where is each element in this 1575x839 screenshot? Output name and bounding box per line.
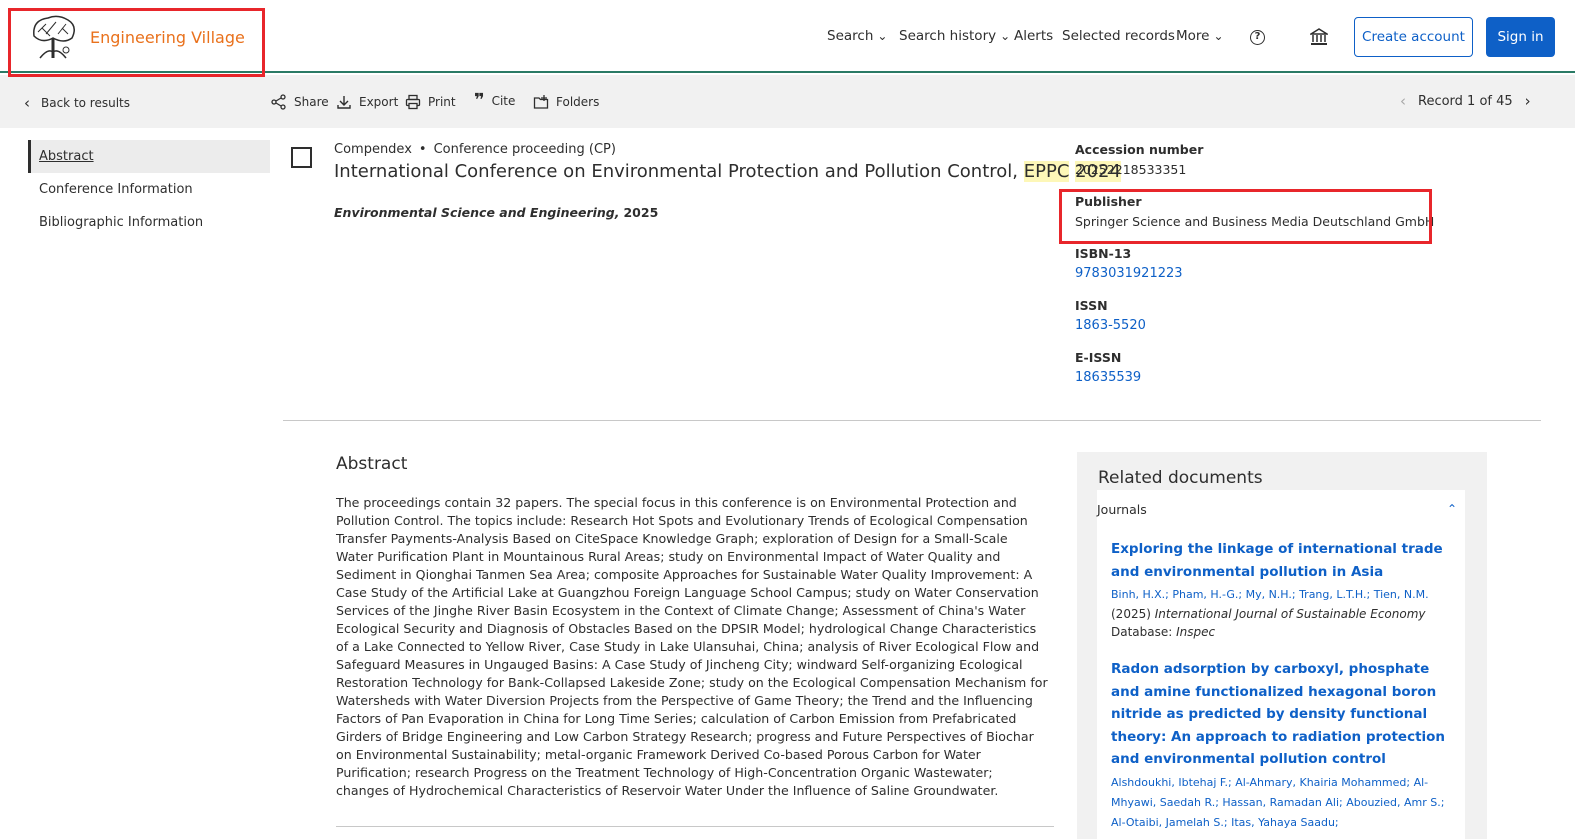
related-documents-list: Journals ⌃ Exploring the linkage of inte… — [1097, 490, 1465, 839]
title-text: International Conference on Environmenta… — [334, 161, 1024, 182]
record-source: Environmental Science and Engineering, 2… — [334, 205, 658, 220]
related-document-source: (2025) International Journal of Sustaina… — [1111, 605, 1451, 623]
quote-icon: ❞ — [474, 90, 485, 111]
related-document-authors[interactable]: Alshdoukhi, Ibtehaj F.; Al-Ahmary, Khair… — [1111, 773, 1451, 833]
nav-alerts-label: Alerts — [1014, 28, 1054, 44]
related-document-title[interactable]: Radon adsorption by carboxyl, phosphate … — [1111, 658, 1451, 771]
nav-more[interactable]: More ⌄ — [1176, 28, 1224, 44]
chevron-down-icon: ⌄ — [1000, 29, 1011, 43]
export-button[interactable]: Export — [336, 94, 398, 110]
chevron-down-icon: ⌄ — [877, 29, 888, 43]
export-label: Export — [359, 95, 399, 109]
print-label: Print — [428, 95, 456, 109]
back-to-results-link[interactable]: ‹ Back to results — [24, 94, 130, 112]
nav-search-label: Search — [827, 28, 874, 44]
related-documents-panel: Related documents Journals ⌃ Exploring t… — [1077, 452, 1487, 839]
related-document-title[interactable]: Exploring the linkage of international t… — [1111, 538, 1451, 583]
logo-highlight-box — [8, 8, 265, 77]
issn-link[interactable]: 1863-5520 — [1075, 318, 1435, 333]
share-button[interactable]: Share — [271, 94, 329, 110]
institution-icon[interactable] — [1310, 28, 1328, 46]
eissn-label: E-ISSN — [1075, 350, 1122, 365]
related-document: Radon adsorption by carboxyl, phosphate … — [1111, 658, 1451, 833]
nav-search-history-label: Search history — [899, 28, 997, 44]
source-title: Environmental Science and Engineering, — [334, 205, 620, 220]
record-counter: Record 1 of 45 — [1418, 93, 1513, 109]
select-record-checkbox[interactable] — [291, 147, 312, 168]
isbn-link[interactable]: 9783031921223 — [1075, 266, 1435, 281]
database-value: Inspec — [1176, 625, 1216, 639]
record-pagination: ‹ Record 1 of 45 › — [1400, 92, 1531, 110]
nav-search-history[interactable]: Search history ⌄ — [899, 28, 1010, 44]
chevron-down-icon: ⌄ — [1213, 29, 1224, 43]
record-meta: Compendex • Conference proceeding (CP) — [334, 142, 616, 157]
nav-more-label: More — [1176, 28, 1210, 44]
section-divider — [283, 420, 1541, 421]
title-highlight-eppc: EPPC — [1023, 161, 1070, 182]
related-document-year: (2025) — [1111, 607, 1151, 621]
nav-selected-records-label: Selected records — [1062, 28, 1175, 44]
cite-label: Cite — [491, 94, 516, 108]
record-facts: Accession number 20252218533351 Publishe… — [1075, 142, 1435, 385]
share-icon — [271, 94, 286, 110]
isbn-label: ISBN-13 — [1075, 246, 1132, 261]
sidebar-item-conference-information[interactable]: Conference Information — [28, 173, 270, 206]
nav-alerts[interactable]: Alerts — [1014, 28, 1053, 44]
related-documents-heading: Related documents — [1098, 468, 1263, 488]
database-label: Database: — [1111, 625, 1173, 639]
help-icon[interactable]: ? — [1250, 30, 1265, 45]
source-year: 2025 — [623, 205, 659, 220]
create-account-button[interactable]: Create account — [1354, 17, 1473, 57]
folders-button[interactable]: Folders — [533, 94, 599, 110]
nav-search[interactable]: Search ⌄ — [827, 28, 887, 44]
abstract-heading: Abstract — [336, 454, 408, 474]
related-document-authors[interactable]: Binh, H.X.; Pham, H.-G.; My, N.H.; Trang… — [1111, 585, 1451, 605]
related-tab-journals[interactable]: Journals — [1097, 502, 1147, 517]
eissn-link[interactable]: 18635539 — [1075, 370, 1435, 385]
printer-icon — [405, 94, 421, 110]
record-title: International Conference on Environmenta… — [334, 161, 1121, 182]
back-to-results-label: Back to results — [41, 96, 131, 110]
separator-dot: • — [418, 142, 427, 157]
chevron-left-icon: ‹ — [24, 94, 30, 112]
document-type: Conference proceeding (CP) — [433, 142, 616, 157]
database-name: Compendex — [334, 142, 412, 157]
chevron-up-icon[interactable]: ⌃ — [1447, 502, 1457, 516]
accession-number-label: Accession number — [1075, 142, 1204, 157]
nav-selected-records[interactable]: Selected records — [1062, 28, 1175, 44]
next-record-icon[interactable]: › — [1525, 92, 1531, 110]
related-document: Exploring the linkage of international t… — [1111, 538, 1451, 641]
cite-button[interactable]: ❞ Cite — [474, 90, 516, 111]
sign-in-button[interactable]: Sign in — [1486, 17, 1555, 57]
related-document-database: Database: Inspec — [1111, 623, 1451, 641]
sidebar-item-bibliographic-information[interactable]: Bibliographic Information — [28, 206, 270, 239]
publisher-highlight-box — [1059, 189, 1432, 244]
previous-record-icon[interactable]: ‹ — [1400, 92, 1406, 110]
record-toolbar: ‹ Back to results Share Export Print ❞ C… — [0, 75, 1575, 128]
folder-add-icon — [533, 95, 549, 109]
share-label: Share — [294, 95, 329, 109]
accession-number-value: 20252218533351 — [1075, 162, 1187, 177]
download-icon — [337, 96, 351, 109]
section-sidebar: Abstract Conference Information Bibliogr… — [28, 140, 270, 239]
folders-label: Folders — [556, 95, 600, 109]
issn-label: ISSN — [1075, 298, 1108, 313]
abstract-divider — [336, 826, 1054, 827]
sidebar-item-abstract[interactable]: Abstract — [28, 140, 270, 173]
abstract-text: The proceedings contain 32 papers. The s… — [336, 495, 1048, 798]
print-button[interactable]: Print — [405, 94, 456, 110]
related-document-journal: International Journal of Sustainable Eco… — [1154, 607, 1426, 621]
